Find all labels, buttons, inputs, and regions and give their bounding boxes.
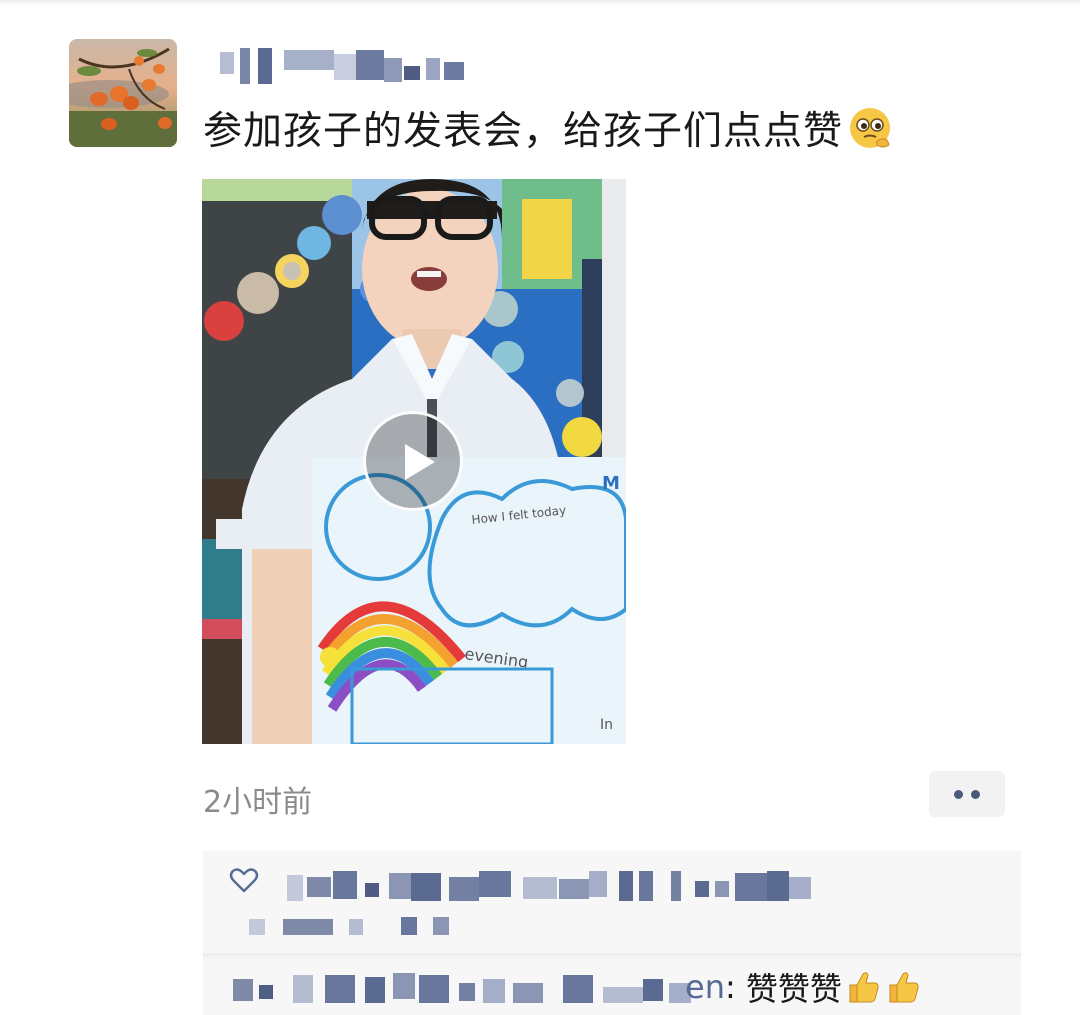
comment: en : 赞赞赞: [685, 964, 922, 1010]
video-thumbnail[interactable]: How I felt today M evening In: [202, 179, 626, 744]
interactions-panel: en : 赞赞赞: [203, 851, 1021, 1015]
dot-icon: [954, 789, 963, 799]
likes-list-blurred[interactable]: [283, 867, 983, 903]
thumbs-up-icon: [889, 972, 919, 1003]
play-button[interactable]: [363, 411, 463, 511]
pleading-face-icon: [850, 108, 891, 148]
commenter-name-blurred[interactable]: [233, 969, 693, 1007]
svg-text:In: In: [600, 717, 613, 733]
panel-divider: [203, 953, 1021, 961]
post-timestamp: 2小时前: [203, 785, 313, 820]
comment-separator: :: [724, 968, 746, 1006]
top-divider: [0, 0, 1080, 6]
commenter-name-suffix[interactable]: en: [685, 968, 725, 1006]
thumbs-up-icon: [849, 972, 879, 1003]
dot-icon: [971, 789, 980, 799]
likes-list-blurred-2[interactable]: [249, 915, 509, 941]
svg-text:M: M: [602, 473, 620, 494]
more-actions-button[interactable]: [929, 771, 1005, 817]
heart-icon: [229, 868, 259, 893]
comment-text: 赞赞赞: [745, 970, 842, 1008]
post-caption: 参加孩子的发表会，给孩子们点点赞: [203, 100, 893, 156]
username-blurred[interactable]: [200, 44, 490, 84]
caption-text: 参加孩子的发表会，给孩子们点点赞: [203, 109, 844, 154]
avatar[interactable]: [69, 39, 177, 147]
